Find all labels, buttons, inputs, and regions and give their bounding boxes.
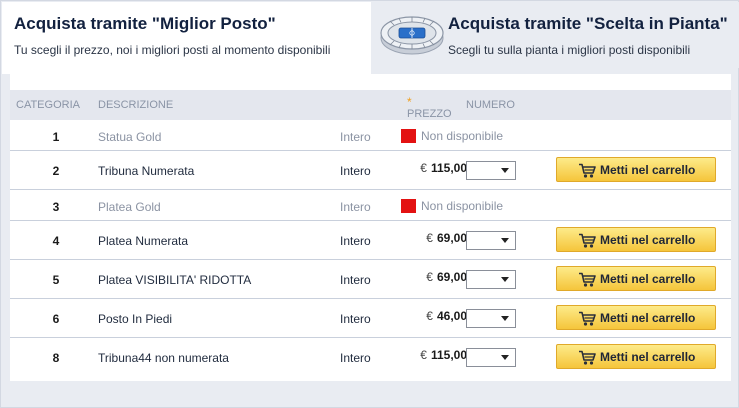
row-ticket-type: Intero bbox=[340, 351, 371, 365]
tab-miglior-posto-title: Acquista tramite "Miglior Posto" bbox=[14, 14, 276, 33]
cart-icon bbox=[579, 272, 596, 287]
unavailable-marker bbox=[401, 129, 416, 143]
row-price: €46,00 bbox=[390, 309, 467, 323]
row-ticket-type: Intero bbox=[340, 234, 371, 248]
row-price: €115,00 bbox=[390, 161, 467, 175]
add-to-cart-button[interactable]: Metti nel carrello bbox=[556, 157, 716, 182]
row-price-value: 46,00 bbox=[436, 309, 467, 323]
price-note-asterisk: * bbox=[407, 95, 412, 109]
row-description: Platea Gold bbox=[98, 200, 161, 214]
add-to-cart-button[interactable]: Metti nel carrello bbox=[556, 266, 716, 291]
row-price: €69,00 bbox=[390, 270, 467, 284]
cart-icon bbox=[579, 163, 596, 178]
quantity-select[interactable] bbox=[466, 231, 516, 250]
row-description: Statua Gold bbox=[98, 130, 162, 144]
quantity-select[interactable] bbox=[466, 161, 516, 180]
row-category: 8 bbox=[52, 351, 60, 365]
header-categoria: CATEGORIA bbox=[16, 99, 80, 111]
table-row: 2 Tribuna Numerata Intero €115,00 Metti nel … bbox=[10, 151, 731, 190]
table-header: CATEGORIA DESCRIZIONE PREZZO * NUMERO bbox=[10, 90, 731, 120]
add-to-cart-button[interactable]: Metti nel carrello bbox=[556, 344, 716, 369]
table-row: 3 Platea Gold Intero Non disponibile bbox=[10, 190, 731, 221]
cart-icon bbox=[579, 311, 596, 326]
table-row: 4 Platea Numerata Intero €69,00 Metti nel ca… bbox=[10, 221, 731, 260]
currency-symbol: € bbox=[426, 231, 433, 245]
quantity-select[interactable] bbox=[466, 348, 516, 367]
chevron-down-icon bbox=[501, 168, 509, 173]
row-price: €115,00 bbox=[390, 348, 467, 362]
row-category: 6 bbox=[52, 312, 60, 326]
table-row: 6 Posto In Piedi Intero €46,00 Metti nel car… bbox=[10, 299, 731, 338]
currency-symbol: € bbox=[420, 161, 427, 175]
row-price-value: 69,00 bbox=[436, 270, 467, 284]
stadium-icon bbox=[380, 16, 444, 55]
row-ticket-type: Intero bbox=[340, 200, 371, 214]
unavailable-marker bbox=[401, 199, 416, 213]
unavailable-label: Non disponibile bbox=[421, 199, 504, 213]
add-to-cart-label: Metti nel carrello bbox=[600, 233, 696, 247]
chevron-down-icon bbox=[501, 277, 509, 282]
row-price-value: 69,00 bbox=[436, 231, 467, 245]
cart-icon bbox=[579, 233, 596, 248]
table-row: 5 Platea VISIBILITA' RIDOTTA Intero €69,00 M… bbox=[10, 260, 731, 299]
row-price: €69,00 bbox=[390, 231, 467, 245]
row-description: Platea Numerata bbox=[98, 234, 189, 248]
row-ticket-type: Intero bbox=[340, 164, 371, 178]
cart-icon bbox=[579, 350, 596, 365]
add-to-cart-label: Metti nel carrello bbox=[600, 350, 696, 364]
header-descrizione: DESCRIZIONE bbox=[98, 99, 174, 111]
row-category: 2 bbox=[52, 164, 60, 178]
row-category: 5 bbox=[52, 273, 60, 287]
purchase-widget: Acquista tramite "Miglior Posto" Tu sceg… bbox=[0, 0, 739, 408]
row-ticket-type: Intero bbox=[340, 130, 371, 144]
header-numero: NUMERO bbox=[466, 99, 515, 111]
row-category: 3 bbox=[52, 200, 60, 214]
quantity-select[interactable] bbox=[466, 309, 516, 328]
row-price-value: 115,00 bbox=[430, 348, 467, 362]
tab-miglior-posto[interactable]: Acquista tramite "Miglior Posto" Tu sceg… bbox=[2, 2, 371, 74]
row-ticket-type: Intero bbox=[340, 312, 371, 326]
tab-scelta-in-pianta-title: Acquista tramite "Scelta in Pianta" bbox=[448, 14, 728, 33]
tab-scelta-in-pianta[interactable]: Acquista tramite "Scelta in Pianta" Sceg… bbox=[371, 2, 739, 68]
add-to-cart-button[interactable]: Metti nel carrello bbox=[556, 305, 716, 330]
unavailable-label: Non disponibile bbox=[421, 129, 504, 143]
table-row: 1 Statua Gold Intero Non disponibile bbox=[10, 120, 731, 151]
tab-miglior-posto-subtitle: Tu scegli il prezzo, noi i migliori post… bbox=[14, 43, 331, 57]
row-category: 1 bbox=[52, 130, 60, 144]
chevron-down-icon bbox=[501, 316, 509, 321]
row-description: Posto In Piedi bbox=[98, 312, 173, 326]
ticket-table: CATEGORIA DESCRIZIONE PREZZO * NUMERO 1 St… bbox=[10, 74, 731, 381]
header-prezzo-label: PREZZO bbox=[407, 108, 452, 120]
add-to-cart-label: Metti nel carrello bbox=[600, 311, 696, 325]
quantity-select[interactable] bbox=[466, 270, 516, 289]
add-to-cart-label: Metti nel carrello bbox=[600, 272, 696, 286]
row-ticket-type: Intero bbox=[340, 273, 371, 287]
add-to-cart-button[interactable]: Metti nel carrello bbox=[556, 227, 716, 252]
row-description: Tribuna Numerata bbox=[98, 164, 195, 178]
header-prezzo: PREZZO * bbox=[407, 95, 452, 120]
chevron-down-icon bbox=[501, 238, 509, 243]
add-to-cart-label: Metti nel carrello bbox=[600, 163, 696, 177]
row-description: Platea VISIBILITA' RIDOTTA bbox=[98, 273, 252, 287]
chevron-down-icon bbox=[501, 355, 509, 360]
currency-symbol: € bbox=[426, 309, 433, 323]
row-category: 4 bbox=[52, 234, 60, 248]
tab-scelta-in-pianta-subtitle: Scegli tu sulla pianta i migliori posti … bbox=[448, 43, 691, 57]
currency-symbol: € bbox=[426, 270, 433, 284]
currency-symbol: € bbox=[420, 348, 427, 362]
row-price-value: 115,00 bbox=[430, 161, 467, 175]
row-description: Tribuna44 non numerata bbox=[98, 351, 229, 365]
table-row: 8 Tribuna44 non numerata Intero €115,00 Mett… bbox=[10, 338, 731, 377]
